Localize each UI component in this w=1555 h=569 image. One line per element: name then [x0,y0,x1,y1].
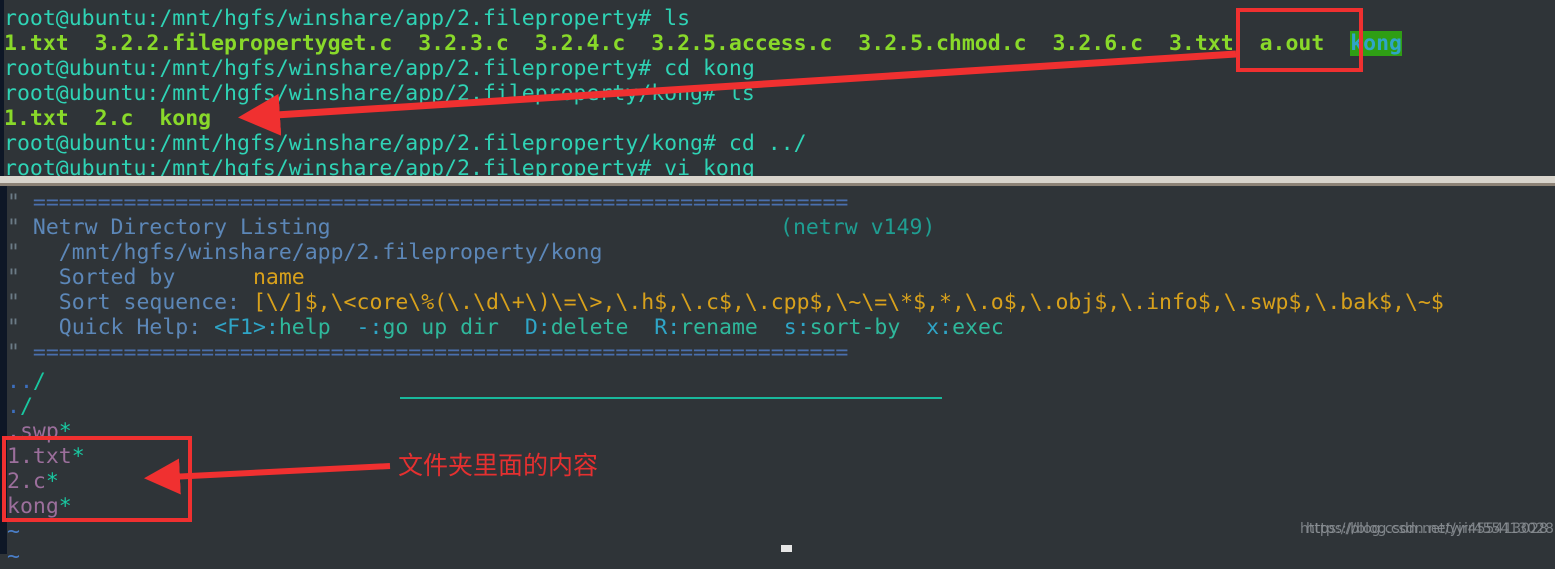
netrw-quickhelp-line: " Quick Help: <F1>:help -:go up dir D:de… [7,315,1004,340]
entry-dots: .. [7,369,33,394]
quickhelp-desc: help [278,315,331,340]
netrw-divider-top: " ======================================… [7,190,848,215]
quickhelp-sep: : [369,315,383,340]
terminal-line: root@ubuntu:/mnt/hgfs/winshare/app/2.fil… [4,56,755,81]
entry-name: 2.c [7,469,46,494]
quickhelp-desc: rename [680,315,758,340]
quickhelp-key[interactable]: D [525,315,538,340]
netrw-path-line: " /mnt/hgfs/winshare/app/2.fileproperty/… [7,240,602,265]
shell-prompt: root@ubuntu:/mnt/hgfs/winshare/app/2.fil… [4,6,665,31]
netrw-sortedby-label: Sorted by [58,265,176,290]
shell-prompt: root@ubuntu:/mnt/hgfs/winshare/app/2.fil… [4,56,665,81]
tilde-icon: ~ [7,519,20,544]
divider-rule: ========================================… [32,190,849,215]
comment-char: " [7,340,33,365]
quickhelp-desc: delete [550,315,629,340]
watermark-url-duplicate: https://blog.csdn.net/yir455413028 [1306,521,1554,537]
netrw-sortseq-label: Sort sequence: [58,290,253,315]
dir-highlight-kong: kong [1350,31,1402,56]
terminal-line: root@ubuntu:/mnt/hgfs/winshare/app/2.fil… [4,6,690,31]
terminal-screen: root@ubuntu:/mnt/hgfs/winshare/app/2.fil… [0,0,1555,569]
quickhelp-desc: go up dir [382,315,499,340]
vim-netrw-pane: " ======================================… [0,186,1555,569]
netrw-version: (netrw v149) [780,215,936,240]
comment-char: " [7,240,59,265]
entry-name: .swp [7,419,59,444]
entry-suffix: * [45,469,59,494]
entry-suffix: * [58,419,72,444]
quickhelp-key[interactable]: s [784,315,797,340]
entry-suffix: * [71,444,85,469]
netrw-sortedby-line: " Sorted by name [7,265,305,290]
netrw-divider-bottom: " ======================================… [7,340,848,365]
comment-char: " [7,315,59,340]
netrw-title-line: " Netrw Directory Listing [7,215,331,240]
entry-suffix: / [32,369,46,394]
netrw-empty-marker: ~ [7,544,20,569]
netrw-entry[interactable]: ../ [7,369,46,394]
entry-suffix: * [58,494,72,519]
window-split-bar [0,176,1555,183]
terminal-line: 1.txt 2.c kong [4,106,211,131]
netrw-path: /mnt/hgfs/winshare/app/2.fileproperty/ko… [58,240,603,265]
netrw-empty-marker: ~ [7,519,20,544]
terminal-line: root@ubuntu:/mnt/hgfs/winshare/app/2.fil… [4,131,807,156]
entry-suffix: / [19,394,33,419]
quickhelp-key[interactable]: - [357,315,370,340]
tilde-icon: ~ [7,544,20,569]
quickhelp-key[interactable]: x [926,315,939,340]
comment-char: " [7,215,33,240]
quickhelp-sep: : [939,315,953,340]
terminal-line: root@ubuntu:/mnt/hgfs/winshare/app/2.fil… [4,81,755,106]
ls-output: 1.txt 2.c kong [4,106,212,131]
divider-rule: ========================================… [32,340,849,365]
shell-command: cd kong [664,56,755,81]
shell-command: ls [664,6,691,31]
netrw-version-wrap: (netrw v149) [780,215,935,240]
entry-name: 1.txt [7,444,72,469]
netrw-entry[interactable]: .swp* [7,419,72,444]
netrw-title-underline [400,397,942,399]
shell-prompt: root@ubuntu:/mnt/hgfs/winshare/app/2.fil… [4,131,729,156]
shell-command: cd ../ [728,131,807,156]
quickhelp-key[interactable]: <F1> [214,315,266,340]
netrw-entry[interactable]: ./ [7,394,33,419]
netrw-title: Netrw Directory Listing [32,215,331,240]
netrw-sortseq-value: [\/]$,\<core\%(\.\d\+\)\=\>,\.h$,\.c$,\.… [252,290,1444,315]
ls-output: 1.txt 3.2.2.filepropertyget.c 3.2.3.c 3.… [4,31,1351,56]
quickhelp-sep: : [796,315,810,340]
quickhelp-desc: exec [952,315,1004,340]
quickhelp-sep: : [265,315,279,340]
quickhelp-sep: : [667,315,681,340]
comment-char: " [7,190,33,215]
entry-name: kong [7,494,59,519]
comment-char: " [7,290,59,315]
terminal-scrollback: root@ubuntu:/mnt/hgfs/winshare/app/2.fil… [0,0,1555,181]
netrw-quickhelp-label: Quick Help: [58,315,215,340]
shell-command: ls [728,81,755,106]
entry-dots: . [7,394,20,419]
quickhelp-sep: : [537,315,551,340]
netrw-sortseq-line: " Sort sequence: [\/]$,\<core\%(\.\d\+\)… [7,290,1444,315]
comment-char: " [7,265,59,290]
quickhelp-key[interactable]: R [654,315,667,340]
netrw-entry[interactable]: 2.c* [7,469,59,494]
terminal-line: 1.txt 3.2.2.filepropertyget.c 3.2.3.c 3.… [4,31,1402,56]
vim-cursor [781,545,792,552]
netrw-sortedby-value: name [252,265,305,290]
quickhelp-desc: sort-by [809,315,901,340]
shell-prompt: root@ubuntu:/mnt/hgfs/winshare/app/2.fil… [4,81,729,106]
netrw-entry[interactable]: kong* [7,494,72,519]
netrw-entry[interactable]: 1.txt* [7,444,85,469]
vim-left-edge [0,186,7,554]
annotation-chinese-note: 文件夹里面的内容 [398,451,599,480]
